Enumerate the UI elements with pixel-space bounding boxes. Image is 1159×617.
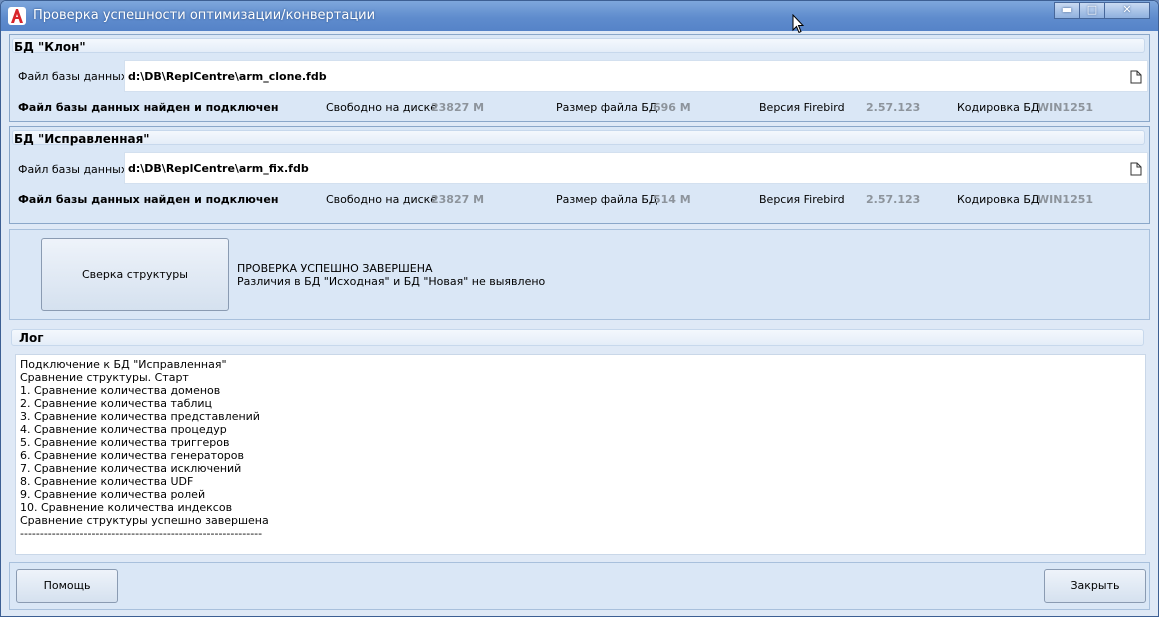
connection-status: Файл базы данных найден и подключен: [18, 193, 279, 206]
log-line: ----------------------------------------…: [20, 527, 263, 540]
db-info-row: Файл базы данных найден и подключен Своб…: [18, 193, 1141, 207]
app-logo-icon: [8, 7, 26, 25]
browse-file-icon[interactable]: [1130, 162, 1142, 179]
free-space-value: 23827 M: [431, 101, 485, 114]
firebird-version-label: Версия Firebird: [759, 193, 845, 206]
structure-check-panel: Сверка структуры ПРОВЕРКА УСПЕШНО ЗАВЕРШ…: [9, 229, 1150, 320]
file-size-label: Размер файла БД: [556, 101, 658, 114]
file-path-value: d:\DB\ReplCentre\arm_clone.fdb: [128, 70, 327, 83]
log-textarea[interactable]: Подключение к БД "Исправленная" Сравнение…: [15, 354, 1146, 555]
check-result-title: ПРОВЕРКА УСПЕШНО ЗАВЕРШЕНА: [237, 262, 433, 275]
log-lines: Подключение к БД "Исправленная" Сравнение…: [20, 358, 269, 540]
window-title: Проверка успешности оптимизации/конверта…: [33, 8, 376, 23]
log-panel: Лог Подключение к БД "Исправленная" Сравн…: [9, 324, 1150, 560]
firebird-version-value: 2.57.123: [866, 193, 921, 206]
log-header-bar: [11, 329, 1144, 346]
log-line: Сравнение структуры успешно завершена: [20, 514, 269, 527]
firebird-version-label: Версия Firebird: [759, 101, 845, 114]
close-window-button[interactable]: ✕: [1104, 2, 1150, 19]
file-path-value: d:\DB\ReplCentre\arm_fix.fdb: [128, 162, 309, 175]
charset-label: Кодировка БД: [957, 193, 1040, 206]
file-path-field[interactable]: d:\DB\ReplCentre\arm_clone.fdb: [124, 60, 1148, 92]
connection-status: Файл базы данных найден и подключен: [18, 101, 279, 114]
log-line: Сравнение структуры. Старт: [20, 371, 189, 384]
log-line: 9. Сравнение количества ролей: [20, 488, 206, 501]
maximize-button[interactable]: □: [1079, 2, 1105, 19]
free-space-value: 23827 M: [431, 193, 485, 206]
file-label: Файл базы данных: [18, 70, 128, 83]
log-line: 2. Сравнение количества таблиц: [20, 397, 213, 410]
check-result: ПРОВЕРКА УСПЕШНО ЗАВЕРШЕНА Различия в БД…: [237, 262, 545, 288]
free-space-label: Свободно на диске: [326, 101, 438, 114]
log-line: 4. Сравнение количества процедур: [20, 423, 227, 436]
log-line: 6. Сравнение количества генераторов: [20, 449, 245, 462]
file-size-value: 696 M: [653, 101, 691, 114]
log-line: 3. Сравнение количества представлений: [20, 410, 260, 423]
file-path-field[interactable]: d:\DB\ReplCentre\arm_fix.fdb: [124, 152, 1148, 184]
structure-check-button[interactable]: Сверка структуры: [41, 238, 229, 311]
group-title: БД "Исправленная": [14, 132, 150, 146]
db-clone-group: БД "Клон" Файл базы данных d:\DB\ReplCen…: [9, 34, 1150, 122]
minimize-button[interactable]: ▬: [1054, 2, 1080, 19]
close-button[interactable]: Закрыть: [1044, 569, 1146, 603]
log-line: 10. Сравнение количества индексов: [20, 501, 233, 514]
close-icon: ✕: [1122, 3, 1132, 16]
help-button[interactable]: Помощь: [16, 569, 118, 603]
group-header-bar: [12, 130, 1145, 145]
firebird-version-value: 2.57.123: [866, 101, 921, 114]
charset-label: Кодировка БД: [957, 101, 1040, 114]
db-fixed-group: БД "Исправленная" Файл базы данных d:\DB…: [9, 126, 1150, 224]
title-bar[interactable]: Проверка успешности оптимизации/конверта…: [1, 1, 1158, 34]
charset-value: WIN1251: [1037, 193, 1094, 206]
log-line: 8. Сравнение количества UDF: [20, 475, 194, 488]
file-size-label: Размер файла БД: [556, 193, 658, 206]
group-header-bar: [12, 38, 1145, 53]
maximize-icon: □: [1086, 3, 1098, 16]
minimize-icon: ▬: [1061, 3, 1073, 16]
browse-file-icon[interactable]: [1130, 70, 1142, 87]
window-controls: ▬ □ ✕: [1054, 2, 1150, 19]
charset-value: WIN1251: [1037, 101, 1094, 114]
log-line: Подключение к БД "Исправленная": [20, 358, 227, 371]
log-line: 7. Сравнение количества исключений: [20, 462, 242, 475]
log-line: 1. Сравнение количества доменов: [20, 384, 221, 397]
db-info-row: Файл базы данных найден и подключен Своб…: [18, 101, 1141, 115]
check-result-detail: Различия в БД "Исходная" и БД "Новая" не…: [237, 275, 546, 288]
button-bar: Помощь Закрыть: [9, 562, 1150, 610]
group-title: БД "Клон": [14, 40, 86, 54]
file-size-value: 514 M: [653, 193, 691, 206]
file-label: Файл базы данных: [18, 163, 128, 176]
dialog-window: Проверка успешности оптимизации/конверта…: [0, 0, 1159, 617]
log-line: 5. Сравнение количества триггеров: [20, 436, 230, 449]
free-space-label: Свободно на диске: [326, 193, 438, 206]
log-title: Лог: [19, 331, 44, 345]
